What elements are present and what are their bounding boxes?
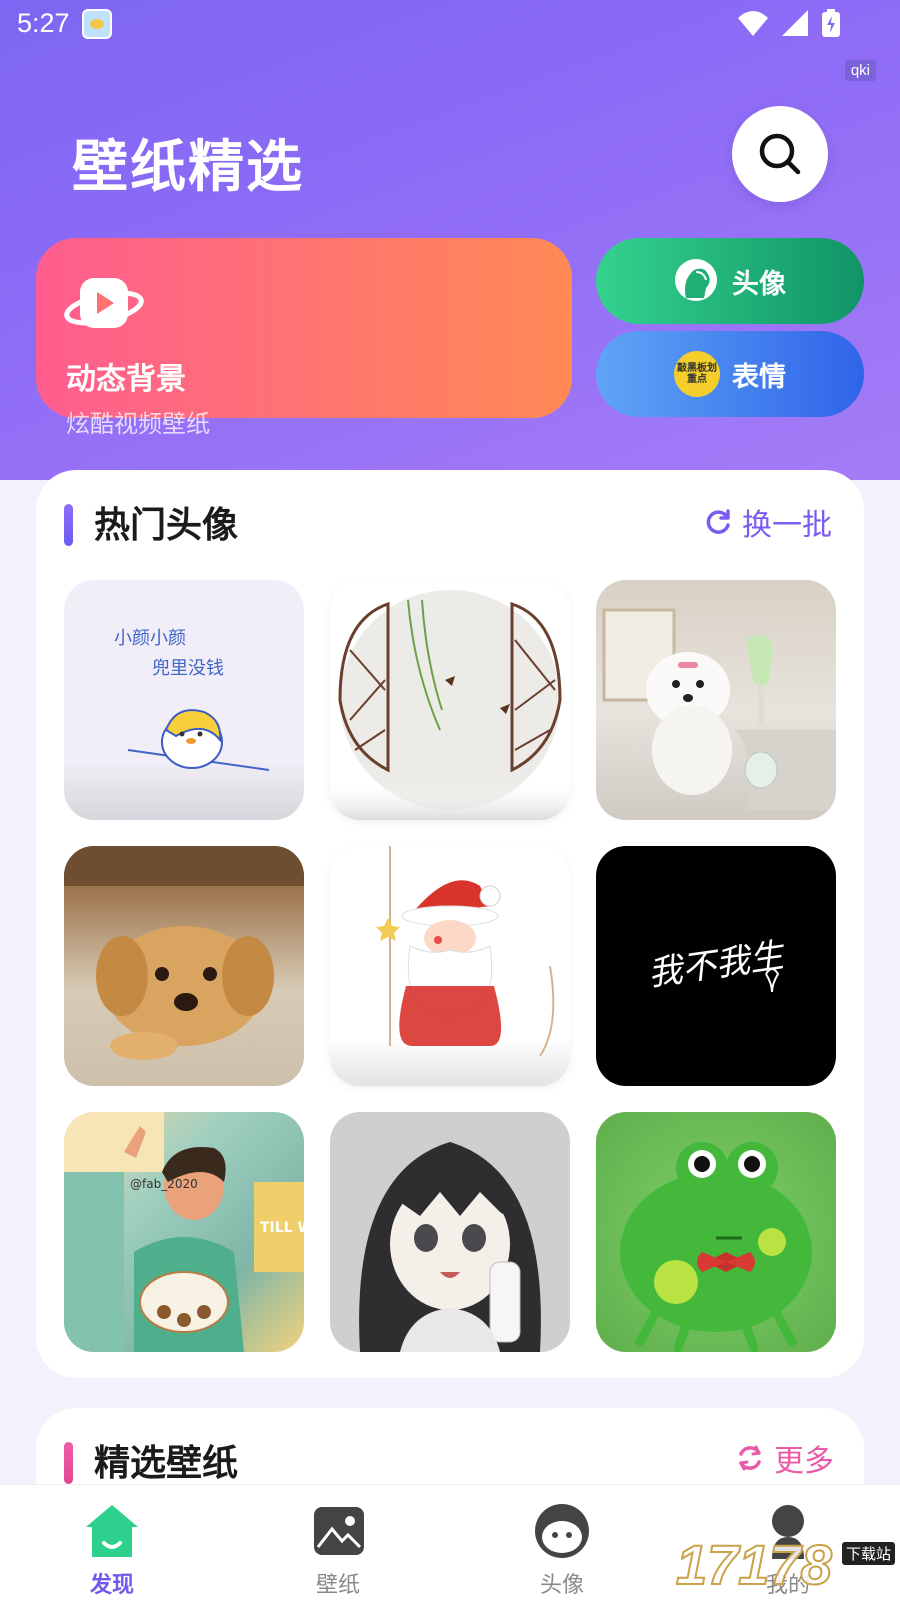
dynamic-card-title: 动态背景 (66, 362, 186, 397)
tab-wallpaper[interactable]: 壁纸 (278, 1485, 398, 1600)
emoji-shortcut-label: 表情 (732, 361, 786, 393)
avatar-thumb-golden-puppy[interactable] (64, 846, 304, 1086)
signal-icon (782, 10, 808, 36)
avatar-thumb-window[interactable] (330, 580, 570, 820)
cartoon-sign-text: TILL WE MEET (260, 1220, 304, 1236)
avatar-shortcut-label: 头像 (732, 268, 786, 300)
refresh-icon (706, 509, 730, 534)
tab-wallpaper-label: 壁纸 (315, 1573, 360, 1598)
tab-discover-label: 发现 (89, 1573, 134, 1598)
hot-avatars-title: 热门头像 (94, 505, 239, 546)
emoji-shortcut-button[interactable]: 敲黑板划重点 表情 (596, 331, 864, 417)
more-wallpapers-button[interactable]: 更多 (736, 1436, 834, 1480)
home-icon (86, 1505, 138, 1557)
refresh-batch-button[interactable]: 换一批 (704, 500, 832, 544)
watermark-badge: 下载站 (842, 1542, 896, 1565)
more-wallpapers-label: 更多 (774, 1444, 834, 1479)
refresh-batch-label: 换一批 (742, 508, 832, 543)
refresh-icon (739, 1445, 761, 1471)
wifi-icon (738, 11, 768, 36)
watermark-number: 17178 (675, 1532, 833, 1597)
debug-badge: qki (844, 60, 876, 81)
avatar-thumb-santa[interactable] (330, 846, 570, 1086)
battery-icon (822, 9, 840, 37)
search-button[interactable] (732, 106, 828, 202)
image-icon (314, 1507, 364, 1555)
emoji-sticker-icon: 敲黑板划重点 (674, 351, 720, 397)
cartoon-signature-text: @fab_2020 (130, 1177, 198, 1191)
avatar-thumb-white-puppy[interactable] (596, 580, 836, 820)
video-play-icon (64, 278, 144, 328)
avatar-thumb-black-text[interactable]: 我不我生 (596, 846, 836, 1086)
search-icon (759, 133, 801, 175)
section-accent-bar (64, 504, 73, 546)
dynamic-card-subtitle: 炫酷视频壁纸 (66, 410, 210, 438)
face-icon (535, 1504, 589, 1558)
head-silhouette-icon (675, 259, 717, 301)
section-accent-bar (64, 1442, 73, 1484)
tab-avatar[interactable]: 头像 (502, 1485, 622, 1600)
avatar-thumb-frog[interactable] (596, 1112, 836, 1352)
black-thumb-text: 我不我生 (646, 935, 789, 994)
tab-discover[interactable]: 发现 (52, 1485, 172, 1600)
tab-avatar-label: 头像 (539, 1573, 584, 1598)
status-icons (738, 9, 840, 37)
page-title: 壁纸精选 (72, 135, 304, 200)
avatar-thumb-anime-girl[interactable] (330, 1112, 570, 1352)
dynamic-wallpaper-card[interactable]: 动态背景 (36, 238, 572, 418)
avatar-thumb-penguin[interactable]: 小颜小颜 兜里没钱 (64, 580, 304, 820)
hot-avatars-panel: 热门头像 换一批 小颜小颜 兜里没钱 我不我生 TILL @fab_2020 (36, 470, 864, 1378)
app-notification-icon (82, 9, 112, 39)
status-time: 5:27 (17, 8, 70, 38)
avatar-thumb-cartoon-man[interactable]: TILL WE MEET @fab_2020 (64, 1112, 304, 1352)
avatar-shortcut-button[interactable]: 头像 (596, 238, 864, 324)
status-bar: 5:27 (0, 0, 900, 50)
penguin-text-line1: 小颜小颜 (114, 628, 186, 649)
featured-wallpapers-title: 精选壁纸 (94, 1443, 239, 1484)
penguin-text-line2: 兜里没钱 (152, 658, 224, 679)
